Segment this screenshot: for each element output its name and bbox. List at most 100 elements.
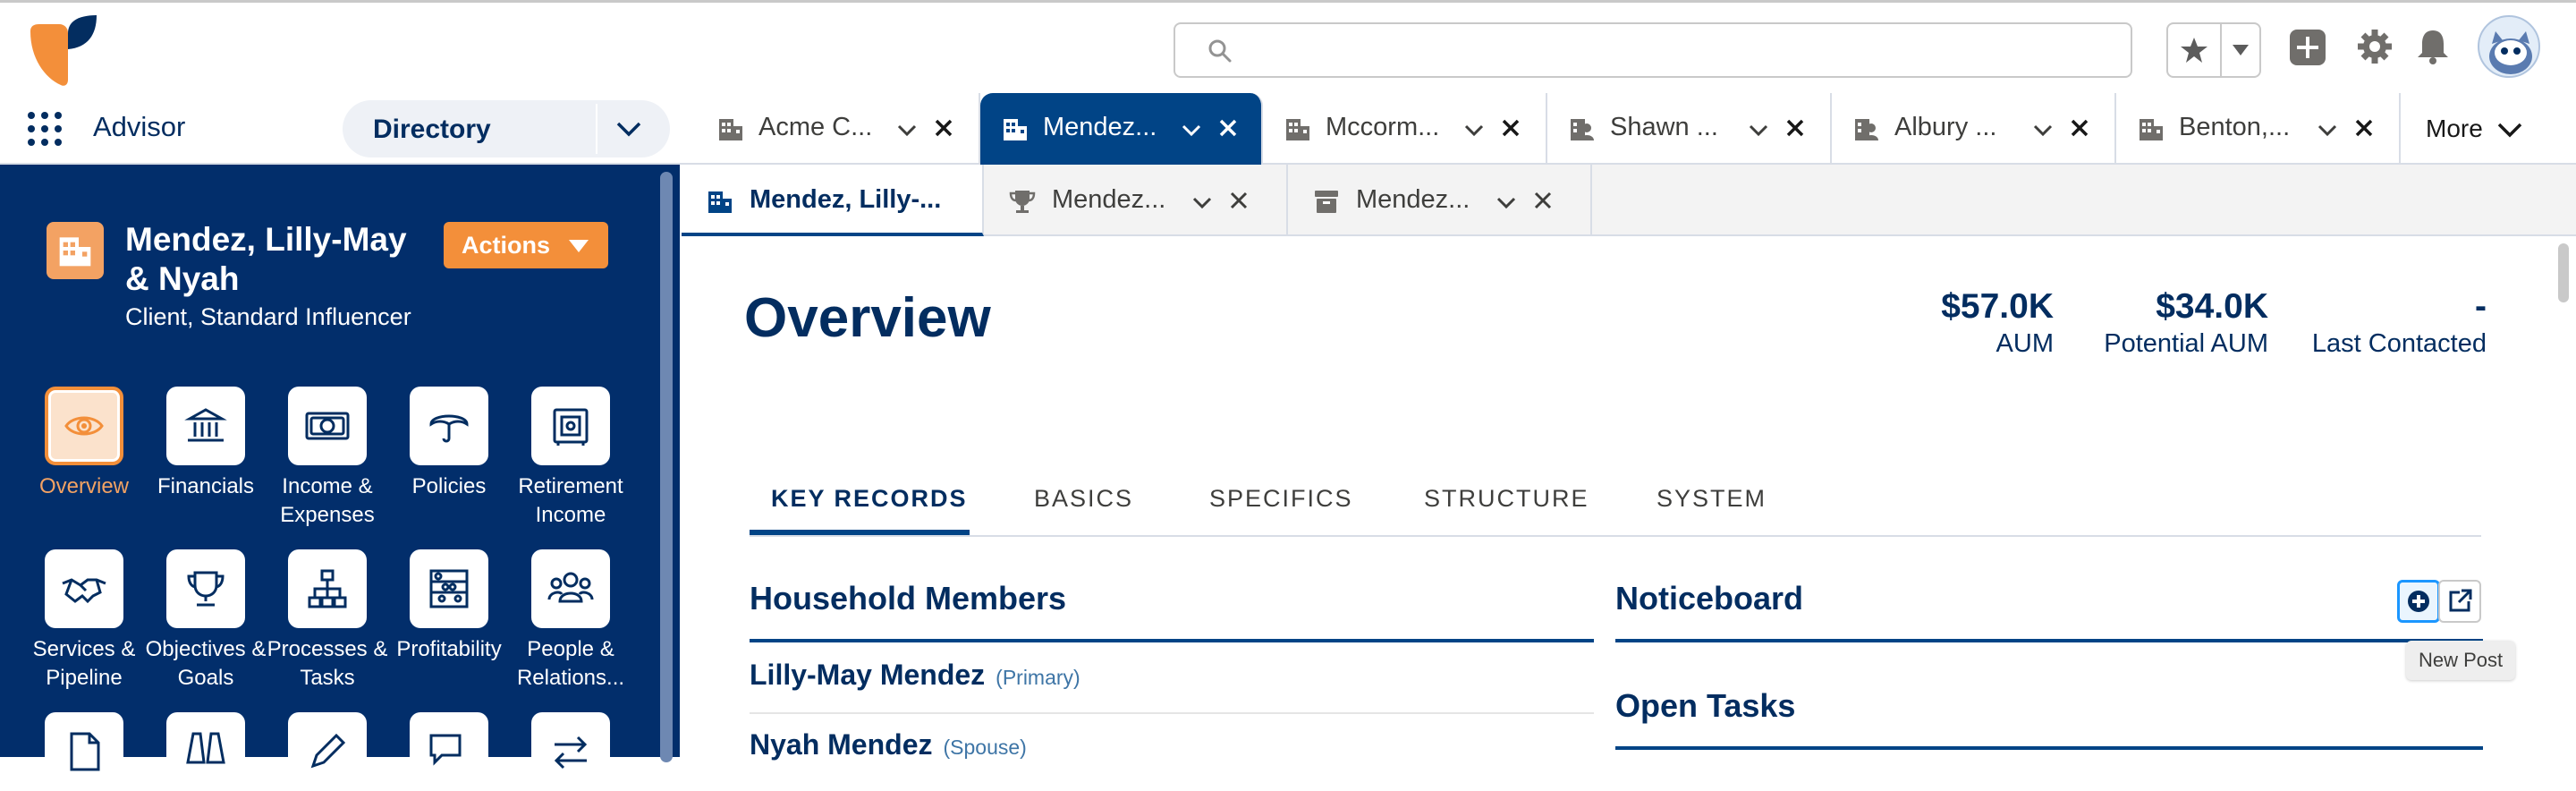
global-search-input[interactable] — [1174, 22, 2132, 78]
section-divider — [1615, 746, 2483, 750]
nav-tile-processes-tasks[interactable]: Processes & Tasks — [265, 549, 390, 693]
umbrella-icon — [429, 414, 469, 443]
chevron-down-icon[interactable] — [896, 119, 918, 140]
nav-tile-retirement-income[interactable]: Retirement Income — [508, 387, 633, 530]
notifications-button[interactable] — [2415, 28, 2451, 65]
tab-specifics[interactable]: SPECIFICS — [1209, 485, 1353, 513]
global-header — [0, 0, 2576, 93]
actions-button[interactable]: Actions — [444, 222, 608, 268]
close-icon[interactable] — [1229, 191, 1249, 210]
member-item[interactable]: Nyah Mendez (Spouse) — [750, 728, 1027, 761]
hierarchy-icon — [308, 569, 347, 608]
tab-label: Shawn ... — [1610, 113, 1718, 141]
nav-tile-transfers[interactable] — [508, 712, 633, 791]
close-icon[interactable] — [934, 118, 953, 138]
sidebar-scrollbar[interactable] — [660, 172, 673, 762]
global-actions-button[interactable] — [2288, 28, 2327, 67]
workspace-tab-mendez[interactable]: Mendez... — [980, 93, 1263, 165]
tile-label: Services & Pipeline — [32, 637, 136, 690]
member-name[interactable]: Nyah Mendez — [750, 728, 932, 761]
chevron-down-icon[interactable] — [2497, 121, 2522, 139]
member-item[interactable]: Lilly-May Mendez (Primary) — [750, 659, 1080, 692]
tile-label: Policies — [411, 474, 487, 498]
open-noticeboard-button[interactable] — [2438, 580, 2481, 623]
caret-down-icon — [2233, 45, 2249, 55]
chevron-down-icon[interactable] — [2317, 119, 2338, 140]
record-tabs: KEY RECORDS BASICS SPECIFICS STRUCTURE S… — [750, 472, 2481, 537]
subtab-mendez-goal[interactable]: Mendez... — [984, 165, 1288, 236]
tab-basics[interactable]: BASICS — [1034, 485, 1133, 513]
star-icon — [2181, 38, 2207, 63]
building-icon — [717, 115, 744, 142]
tile-label: Profitability — [396, 637, 502, 661]
tab-structure[interactable]: STRUCTURE — [1424, 485, 1589, 513]
member-name[interactable]: Lilly-May Mendez — [750, 659, 985, 691]
new-post-button[interactable] — [2397, 580, 2440, 623]
tile-label: Retirement Income — [518, 474, 623, 527]
nav-tile-binoculars[interactable] — [143, 712, 268, 791]
metric-value: $57.0K — [1941, 287, 2054, 326]
workspace-tab-shawn[interactable]: Shawn ... — [1547, 93, 1832, 163]
user-avatar[interactable] — [2478, 15, 2540, 78]
nav-tile-policies[interactable]: Policies — [386, 387, 512, 501]
nav-tile-profitability[interactable]: Profitability — [386, 549, 512, 664]
building-icon — [707, 188, 733, 215]
metric-aum: $57.0K AUM — [1934, 286, 2054, 360]
workspace-tab-benton[interactable]: Benton,... — [2116, 93, 2401, 163]
bank-icon — [184, 408, 227, 442]
row-divider — [750, 712, 1594, 714]
waffle-icon — [28, 112, 62, 146]
tile-label: Financials — [157, 474, 255, 498]
caret-down-icon — [569, 240, 589, 252]
tab-label: Mccorm... — [1326, 113, 1440, 141]
close-icon[interactable] — [2354, 118, 2374, 138]
pencil-icon — [310, 733, 346, 769]
chevron-down-icon[interactable] — [2032, 119, 2054, 140]
setup-button[interactable] — [2356, 28, 2394, 65]
binoculars-icon — [186, 732, 225, 764]
handshake-icon — [62, 578, 106, 604]
chevron-down-icon[interactable] — [1748, 119, 1769, 140]
chevron-down-icon[interactable] — [1463, 119, 1485, 140]
nav-tile-overview[interactable]: Overview — [21, 387, 147, 501]
nav-tile-notes[interactable] — [265, 712, 390, 791]
abacus-icon — [429, 569, 469, 608]
chevron-down-icon[interactable] — [614, 115, 643, 143]
chevron-down-icon[interactable] — [1191, 191, 1213, 213]
favorites-star-button[interactable] — [2168, 24, 2222, 76]
tab-label: Benton,... — [2179, 113, 2291, 141]
close-icon[interactable] — [1501, 118, 1521, 138]
workspace-tab-albury[interactable]: Albury ... — [1832, 93, 2116, 163]
close-icon[interactable] — [1533, 191, 1553, 210]
nav-tile-people-relations[interactable]: People & Relations... — [508, 549, 633, 693]
chevron-down-icon[interactable] — [1496, 191, 1517, 213]
metric-label: Potential AUM — [2104, 329, 2268, 358]
member-role: (Spouse) — [943, 736, 1027, 759]
nav-tile-documents[interactable] — [21, 712, 147, 791]
subtab-mendez-household[interactable]: Mendez, Lilly-... — [682, 165, 984, 236]
tab-system[interactable]: SYSTEM — [1657, 485, 1767, 513]
subtab-mendez-archive[interactable]: Mendez... — [1288, 165, 1592, 236]
chevron-down-icon[interactable] — [1181, 119, 1202, 140]
nav-tile-income-expenses[interactable]: Income & Expenses — [265, 387, 390, 530]
chat-icon — [429, 734, 462, 766]
astro-avatar-icon — [2489, 31, 2532, 74]
nav-tile-communications[interactable] — [386, 712, 512, 791]
workspace-tab-acme[interactable]: Acme C... — [696, 93, 980, 163]
app-logo — [27, 13, 98, 87]
workspace-tab-mccorm[interactable]: Mccorm... — [1263, 93, 1547, 163]
nav-tile-financials[interactable]: Financials — [143, 387, 268, 501]
close-icon[interactable] — [1785, 118, 1805, 138]
app-launcher-button[interactable] — [27, 111, 63, 147]
household-members-heading: Household Members — [750, 580, 1067, 617]
tab-key-records[interactable]: KEY RECORDS — [771, 485, 968, 513]
more-tabs-button[interactable]: More — [2426, 115, 2483, 143]
directory-picker[interactable]: Directory — [343, 100, 670, 157]
close-icon[interactable] — [2070, 118, 2089, 138]
main-scrollbar[interactable] — [2558, 243, 2569, 302]
close-icon[interactable] — [1218, 118, 1238, 138]
nav-tile-services-pipeline[interactable]: Services & Pipeline — [21, 549, 147, 693]
nav-tile-objectives-goals[interactable]: Objectives & Goals — [143, 549, 268, 693]
favorites-dropdown-button[interactable] — [2222, 24, 2259, 76]
gear-icon — [2358, 30, 2392, 64]
